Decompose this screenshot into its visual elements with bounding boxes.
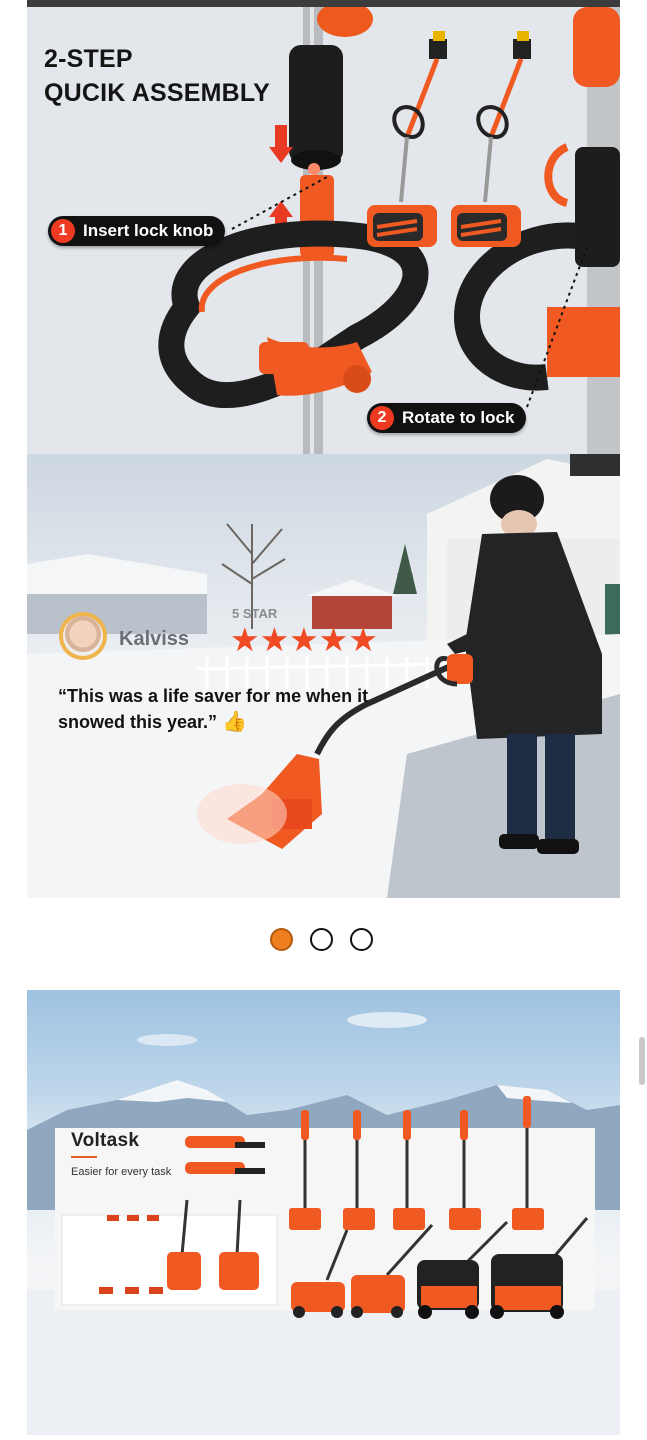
assembly-title-line1: 2-STEP [44, 45, 133, 73]
rating-label: 5 STAR [232, 606, 278, 621]
product-display-illustration [27, 1012, 620, 1435]
step2-number: 2 [370, 406, 394, 430]
review-quote: “This was a life saver for me when it sn… [58, 683, 378, 735]
brand-tagline: Easier for every task [71, 1166, 172, 1178]
step1-label: Insert lock knob [83, 221, 214, 240]
brand-underline [71, 1156, 97, 1158]
scrollbar-thumb[interactable] [639, 1037, 645, 1085]
snow-scene-illustration [27, 454, 620, 898]
thumbs-up-icon: 👍 [222, 711, 247, 733]
carousel-dot-2[interactable] [310, 928, 333, 951]
carousel-dot-3[interactable] [350, 928, 373, 951]
reviewer-name: Kalviss [119, 628, 190, 650]
step1-badge: 1 Insert lock knob [48, 216, 226, 246]
carousel-indicator [270, 928, 373, 951]
brand-logo: Voltask [71, 1130, 140, 1151]
review-quote-text: “This was a life saver for me when it sn… [58, 686, 369, 732]
step1-number: 1 [51, 219, 75, 243]
top-edge-bar [27, 0, 620, 7]
assembly-image: 2-STEP QUCIK ASSEMBLY 1 Insert lock knob… [27, 7, 620, 454]
assembly-title: 2-STEP QUCIK ASSEMBLY [44, 42, 270, 110]
assembly-title-line2: QUCIK ASSEMBLY [44, 79, 270, 107]
step2-badge: 2 Rotate to lock [367, 403, 527, 433]
reviewer-avatar [59, 612, 107, 660]
step2-label: Rotate to lock [402, 408, 515, 427]
product-line-image: Voltask Easier for every task [27, 990, 620, 1435]
star-rating: ★★★★★ [230, 621, 378, 658]
carousel-dot-1[interactable] [270, 928, 293, 951]
review-image: Kalviss 5 STAR ★★★★★ “This was a life sa… [27, 454, 620, 898]
